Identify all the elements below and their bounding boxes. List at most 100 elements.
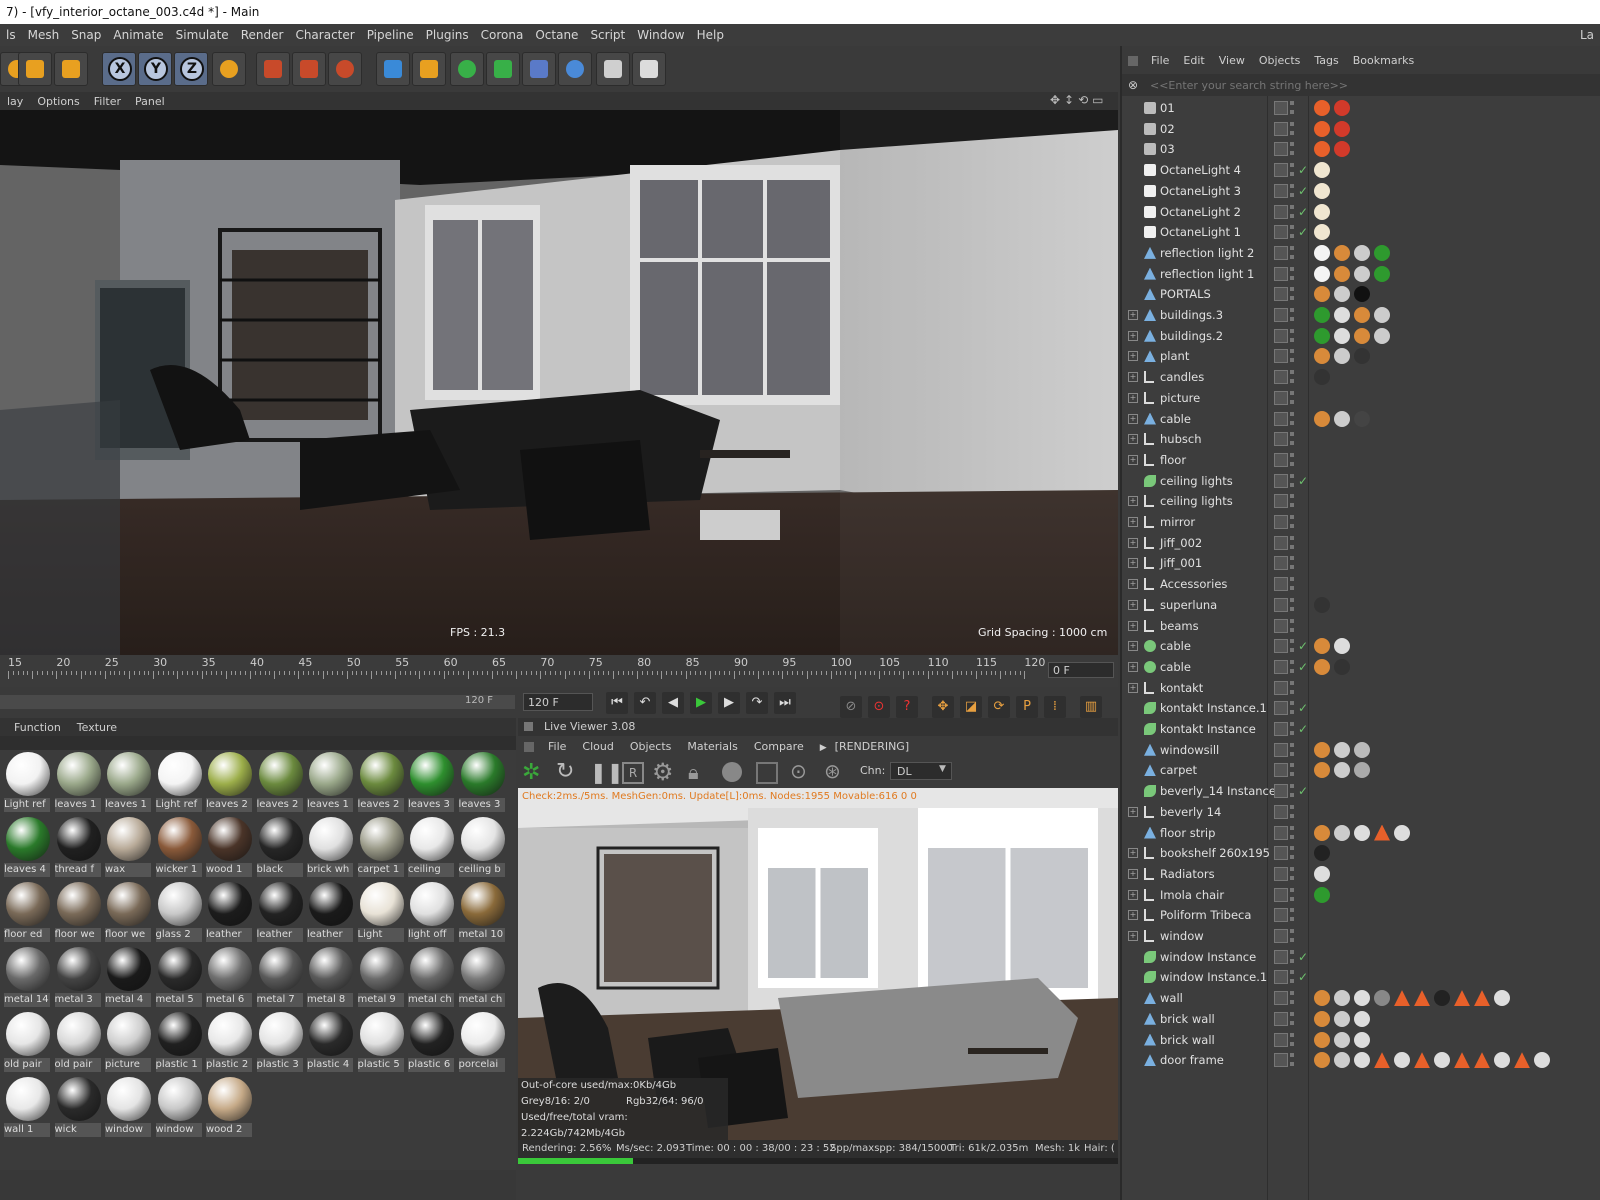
object-name[interactable]: beverly_14 Instance xyxy=(1160,781,1276,801)
expand-icon[interactable]: + xyxy=(1128,889,1138,900)
menu-item-9[interactable]: Corona xyxy=(475,24,530,46)
material-swatch[interactable]: floor ed xyxy=(4,880,50,944)
close-search-icon[interactable]: ⊗ xyxy=(1128,74,1138,96)
camera-icon[interactable] xyxy=(596,52,630,86)
object-row[interactable]: + Accessories xyxy=(1122,574,1600,594)
object-tag-icon[interactable] xyxy=(1314,845,1330,862)
object-tag-icon[interactable] xyxy=(1334,741,1350,758)
material-swatch[interactable]: plastic 5 xyxy=(357,1010,404,1074)
material-swatch[interactable]: leather xyxy=(256,880,303,944)
object-name[interactable]: ceiling lights xyxy=(1160,471,1233,491)
octane-logo-icon[interactable]: ✲ xyxy=(522,760,540,785)
object-tag-icon[interactable] xyxy=(1314,1010,1330,1027)
material-preview-icon[interactable] xyxy=(722,762,742,782)
object-name[interactable]: door frame xyxy=(1160,1050,1224,1070)
visibility-dots-icon[interactable] xyxy=(1290,473,1294,488)
object-row[interactable]: beverly_14 Instance ✓ xyxy=(1122,781,1600,801)
visibility-dots-icon[interactable] xyxy=(1290,866,1294,881)
expand-icon[interactable]: + xyxy=(1128,413,1138,424)
object-row[interactable]: + Jiff_001 xyxy=(1122,553,1600,573)
end-frame-field[interactable]: 120 F xyxy=(523,693,593,711)
material-swatch[interactable]: porcelai xyxy=(458,1010,505,1074)
object-row[interactable]: OctaneLight 4 ✓ xyxy=(1122,160,1600,180)
enabled-check-icon[interactable]: ✓ xyxy=(1298,222,1308,242)
enabled-check-icon[interactable]: ✓ xyxy=(1298,471,1308,491)
object-row[interactable]: + Radiators xyxy=(1122,864,1600,884)
enabled-check-icon[interactable]: ✓ xyxy=(1298,636,1308,656)
panel-grip-icon[interactable] xyxy=(524,741,534,752)
object-name[interactable]: beams xyxy=(1160,616,1199,636)
object-tag-icon[interactable] xyxy=(1314,120,1330,137)
layer-flag-icon[interactable] xyxy=(1274,349,1288,364)
object-row[interactable]: reflection light 2 xyxy=(1122,243,1600,263)
visibility-dots-icon[interactable] xyxy=(1290,266,1294,281)
layer-flag-icon[interactable] xyxy=(1274,121,1288,136)
material-swatch[interactable]: leaves 2 xyxy=(357,750,404,814)
expand-icon[interactable]: + xyxy=(1128,434,1138,445)
object-tag-icon[interactable] xyxy=(1534,1052,1550,1069)
material-swatch[interactable]: leaves 2 xyxy=(206,750,252,814)
visibility-dots-icon[interactable] xyxy=(1290,287,1294,302)
visibility-dots-icon[interactable] xyxy=(1290,846,1294,861)
object-row[interactable]: wall xyxy=(1122,988,1600,1008)
visibility-dots-icon[interactable] xyxy=(1290,370,1294,385)
object-row[interactable]: windowsill xyxy=(1122,740,1600,760)
object-menu-item-5[interactable]: Bookmarks xyxy=(1346,47,1421,75)
live-viewer-menu-item-0[interactable]: File xyxy=(540,737,574,757)
visibility-dots-icon[interactable] xyxy=(1290,680,1294,695)
expand-icon[interactable]: + xyxy=(1128,496,1138,507)
layer-flag-icon[interactable] xyxy=(1274,659,1288,674)
previous-frame-icon[interactable]: ◀ xyxy=(662,692,684,714)
layer-flag-icon[interactable] xyxy=(1274,452,1288,467)
object-name[interactable]: Poliform Tribeca xyxy=(1160,905,1251,925)
object-row[interactable]: window Instance.1 ✓ xyxy=(1122,967,1600,987)
layer-flag-icon[interactable] xyxy=(1274,411,1288,426)
object-name[interactable]: candles xyxy=(1160,367,1204,387)
menu-item-11[interactable]: Script xyxy=(584,24,631,46)
viewport-menu-item-3[interactable]: Panel xyxy=(128,93,172,111)
expand-icon[interactable]: + xyxy=(1128,579,1138,590)
layer-flag-icon[interactable] xyxy=(1274,784,1288,799)
visibility-dots-icon[interactable] xyxy=(1290,204,1294,219)
floor-icon[interactable] xyxy=(558,52,592,86)
object-name[interactable]: window Instance xyxy=(1160,947,1256,967)
material-swatch[interactable]: floor we xyxy=(54,880,101,944)
object-row[interactable]: + hubsch xyxy=(1122,429,1600,449)
object-tag-icon[interactable] xyxy=(1514,1052,1530,1069)
viewport-pan-icon[interactable]: ✥↕⟲▭ xyxy=(1050,93,1108,107)
object-tag-icon[interactable] xyxy=(1354,824,1370,841)
visibility-dots-icon[interactable] xyxy=(1290,949,1294,964)
material-swatch[interactable]: leaves 2 xyxy=(256,750,303,814)
object-row[interactable]: + Jiff_002 xyxy=(1122,533,1600,553)
material-swatch[interactable]: wood 1 xyxy=(206,815,252,879)
object-menu-item-0[interactable]: File xyxy=(1144,47,1176,75)
layer-flag-icon[interactable] xyxy=(1274,680,1288,695)
material-swatch[interactable]: metal 10 xyxy=(458,880,505,944)
object-tag-icon[interactable] xyxy=(1354,1010,1370,1027)
object-name[interactable]: mirror xyxy=(1160,512,1195,532)
visibility-dots-icon[interactable] xyxy=(1290,908,1294,923)
object-row[interactable]: + floor xyxy=(1122,450,1600,470)
record-active-icon[interactable]: ⊙ xyxy=(868,696,890,718)
object-name[interactable]: Accessories xyxy=(1160,574,1227,594)
visibility-dots-icon[interactable] xyxy=(1290,142,1294,157)
visibility-dots-icon[interactable] xyxy=(1290,639,1294,654)
menu-item-5[interactable]: Render xyxy=(235,24,290,46)
object-tag-icon[interactable] xyxy=(1354,348,1370,365)
layer-flag-icon[interactable] xyxy=(1274,101,1288,115)
object-name[interactable]: window Instance.1 xyxy=(1160,967,1267,987)
object-name[interactable]: Radiators xyxy=(1160,864,1215,884)
object-row[interactable]: + picture xyxy=(1122,388,1600,408)
object-row[interactable]: OctaneLight 2 ✓ xyxy=(1122,202,1600,222)
material-swatch[interactable]: ceiling xyxy=(408,815,454,879)
light-icon[interactable] xyxy=(632,52,666,86)
go-to-end-icon[interactable]: ⏭ xyxy=(774,692,796,714)
focus-pick-icon[interactable]: ⊙ xyxy=(790,759,807,783)
layer-flag-icon[interactable] xyxy=(1274,432,1288,447)
object-tag-icon[interactable] xyxy=(1434,1052,1450,1069)
menu-item-7[interactable]: Pipeline xyxy=(361,24,420,46)
layer-flag-icon[interactable] xyxy=(1274,887,1288,902)
layer-flag-icon[interactable] xyxy=(1274,473,1288,488)
material-menu-item-0[interactable]: Function xyxy=(6,719,69,737)
object-row[interactable]: + plant xyxy=(1122,346,1600,366)
